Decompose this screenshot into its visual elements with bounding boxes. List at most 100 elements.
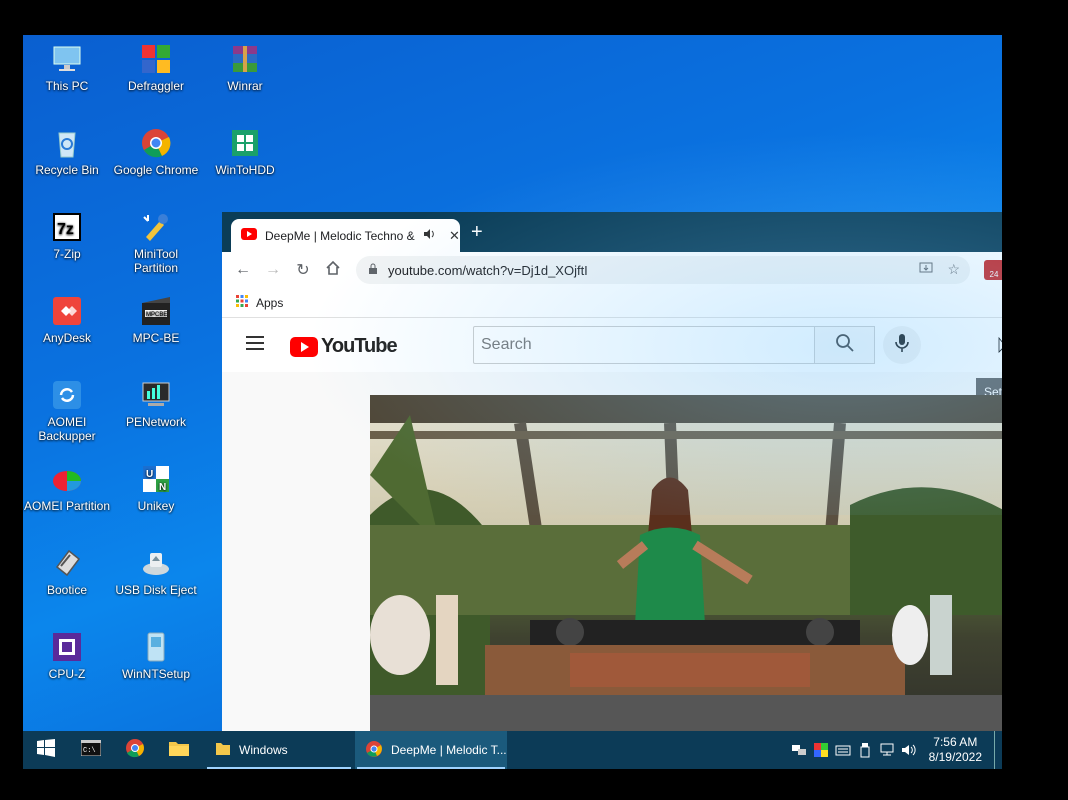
desktop-icon-label: Unikey — [137, 499, 175, 513]
desktop-icon-penetwork[interactable]: PENetwork — [112, 379, 200, 429]
new-tab-button[interactable]: + — [471, 222, 483, 242]
back-button[interactable]: ← — [228, 255, 258, 285]
youtube-play-icon — [290, 336, 318, 357]
defraggler-icon — [140, 43, 172, 75]
extension-icon[interactable]: 24 — [984, 260, 1002, 280]
bookmarks-bar: Apps — [222, 288, 1002, 318]
wintohdd-icon — [229, 127, 261, 159]
taskbar-active-indicator — [207, 767, 351, 769]
folder-icon — [168, 739, 190, 762]
bookmark-star-icon[interactable]: ☆ — [947, 261, 960, 278]
close-tab-icon[interactable]: ✕ — [449, 228, 460, 244]
clock-date: 8/19/2022 — [928, 750, 982, 764]
desktop-icon-label: WinNTSetup — [121, 667, 191, 681]
desktop-icon-label: This PC — [45, 79, 89, 93]
search-button[interactable] — [814, 326, 875, 364]
desktop-icon-mpc-be[interactable]: MPCBE MPC-BE — [112, 295, 200, 345]
desktop-icon-winntsetup[interactable]: WinNTSetup — [112, 631, 200, 681]
windows-logo-icon — [37, 738, 55, 762]
color-tray-icon[interactable] — [813, 742, 829, 758]
desktop-icon-aomei-backupper[interactable]: AOMEI Backupper — [23, 379, 111, 443]
apps-bookmark[interactable]: Apps — [256, 296, 283, 310]
mouse-cursor-icon — [997, 336, 1002, 360]
usb-eject-icon — [140, 547, 172, 579]
chrome-icon — [140, 127, 172, 159]
network-icon[interactable] — [879, 742, 895, 758]
browser-window: DeepMe | Melodic Techno & Progressive Ho… — [222, 212, 1002, 742]
youtube-header: YouTube — [222, 318, 1002, 372]
youtube-logo[interactable]: YouTube — [290, 335, 398, 358]
taskbar-terminal[interactable]: C:\ — [71, 731, 111, 769]
forward-button[interactable]: → — [258, 255, 288, 285]
keyboard-icon[interactable] — [835, 742, 851, 758]
taskbar-app-label: DeepMe | Melodic T... — [391, 743, 507, 757]
taskbar-app-windows[interactable]: Windows — [205, 731, 353, 769]
svg-text:7z: 7z — [57, 221, 74, 238]
taskbar-app-chrome[interactable]: DeepMe | Melodic T... — [355, 731, 507, 769]
recycle-bin-icon — [51, 127, 83, 159]
cpuz-icon — [51, 631, 83, 663]
apps-grid-icon[interactable] — [236, 295, 248, 310]
forward-arrow-icon: → — [265, 261, 281, 278]
desktop-icon-google-chrome[interactable]: Google Chrome — [112, 127, 200, 177]
minitool-icon — [140, 211, 172, 243]
desktop-icon-label: PENetwork — [125, 415, 187, 429]
desktop-icon-minitool[interactable]: MiniTool Partition — [112, 211, 200, 275]
desktop-icon-label: USB Disk Eject — [115, 583, 197, 597]
taskbar-file-explorer[interactable] — [159, 731, 199, 769]
7zip-icon: 7z — [51, 211, 83, 243]
extension-badge: 24 — [989, 270, 999, 279]
svg-text:C:\: C:\ — [83, 747, 96, 755]
desktop-icon-cpu-z[interactable]: CPU-Z — [23, 631, 111, 681]
taskbar-chrome[interactable] — [115, 731, 155, 769]
usb-device-icon[interactable] — [857, 742, 873, 758]
desktop-icon-defraggler[interactable]: Defraggler — [112, 43, 200, 93]
aomei-backupper-icon — [51, 379, 83, 411]
start-button[interactable] — [25, 731, 67, 769]
youtube-logo-text: YouTube — [321, 335, 398, 357]
desktop-icon-label: MPC-BE — [132, 331, 180, 345]
audio-playing-icon[interactable] — [423, 228, 435, 243]
desktop-icon-wintohdd[interactable]: WinToHDD — [201, 127, 289, 177]
home-button[interactable] — [318, 255, 348, 285]
anydesk-icon — [51, 295, 83, 327]
youtube-search-input[interactable] — [473, 326, 815, 364]
network-settings-icon[interactable] — [791, 742, 807, 758]
video-frame-image — [370, 395, 1002, 742]
show-desktop-button[interactable] — [994, 731, 996, 769]
desktop-icon-aomei-partition[interactable]: AOMEI Partition — [23, 463, 111, 513]
lock-icon — [368, 263, 378, 278]
desktop-icon-7zip[interactable]: 7z 7-Zip — [23, 211, 111, 261]
search-icon — [835, 333, 855, 358]
system-tray: 7:56 AM 8/19/2022 — [791, 731, 1002, 769]
desktop-icon-label: Bootice — [46, 583, 88, 597]
reload-button[interactable]: ↻ — [288, 255, 318, 285]
tab-title: DeepMe | Melodic Techno & Progressive Ho… — [265, 228, 415, 243]
tab-strip: DeepMe | Melodic Techno & Progressive Ho… — [222, 212, 1002, 252]
video-player[interactable] — [370, 395, 1002, 742]
bootice-icon — [51, 547, 83, 579]
url-text: youtube.com/watch?v=Dj1d_XOjftI — [388, 262, 588, 278]
desktop-icon-label: MiniTool Partition — [133, 247, 179, 275]
volume-icon[interactable] — [901, 742, 917, 758]
desktop-icon-unikey[interactable]: UN Unikey — [112, 463, 200, 513]
desktop-icon-bootice[interactable]: Bootice — [23, 547, 111, 597]
desktop-icon-this-pc[interactable]: This PC — [23, 43, 111, 93]
svg-text:U: U — [146, 469, 153, 480]
clock[interactable]: 7:56 AM 8/19/2022 — [923, 735, 988, 765]
desktop-icon-label: CPU-Z — [48, 667, 86, 681]
install-app-icon[interactable] — [919, 261, 933, 278]
desktop-icon-anydesk[interactable]: AnyDesk — [23, 295, 111, 345]
address-bar[interactable]: youtube.com/watch?v=Dj1d_XOjftI ☆ — [356, 256, 970, 284]
clock-time: 7:56 AM — [933, 735, 978, 749]
desktop-icon-usb-disk-eject[interactable]: USB Disk Eject — [112, 547, 200, 597]
menu-hamburger-icon[interactable] — [246, 336, 264, 354]
desktop-icon-winrar[interactable]: Winrar — [201, 43, 289, 93]
desktop-icon-label: Google Chrome — [113, 163, 199, 177]
desktop-icon-recycle-bin[interactable]: Recycle Bin — [23, 127, 111, 177]
browser-tab[interactable]: DeepMe | Melodic Techno & Progressive Ho… — [231, 219, 460, 252]
desktop-icon-label: WinToHDD — [215, 163, 275, 177]
unikey-icon: UN — [140, 463, 172, 495]
microphone-icon — [895, 333, 909, 358]
voice-search-button[interactable] — [883, 326, 921, 364]
